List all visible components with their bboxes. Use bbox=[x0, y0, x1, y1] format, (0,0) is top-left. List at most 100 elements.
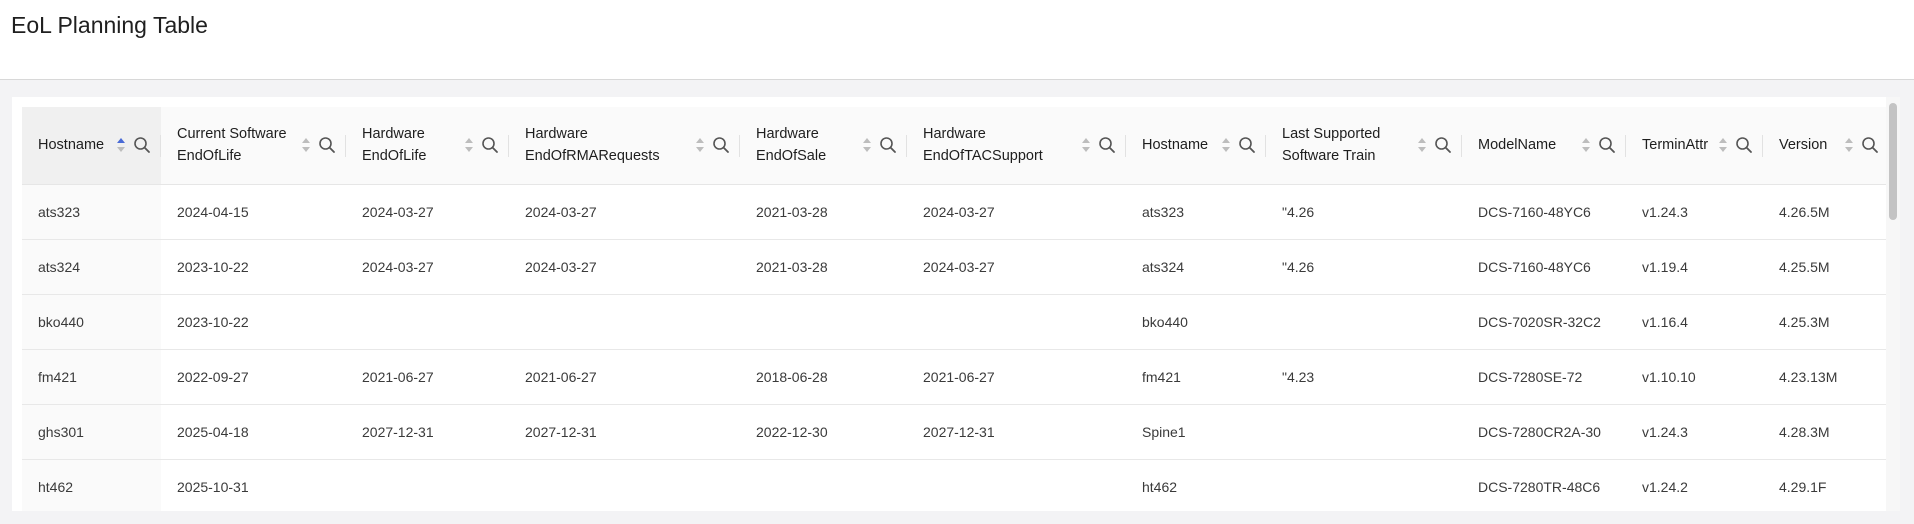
sort-arrows-icon[interactable] bbox=[117, 138, 125, 153]
cell-terminattr: v1.24.2 bbox=[1626, 459, 1763, 511]
cell-hostname: bko440 bbox=[22, 294, 161, 350]
cell-model-name: DCS-7280CR2A-30 bbox=[1462, 404, 1626, 460]
column-header-label: Hardware EndOfRMARequests bbox=[525, 126, 660, 165]
table-row[interactable]: bko440 2023-10-22 bko440 DCS-7020SR-32C2 v1.… bbox=[22, 294, 1886, 350]
search-icon[interactable] bbox=[1434, 136, 1452, 154]
table-row[interactable]: ats324 2023-10-22 2024-03-27 2024-03-27 2021… bbox=[22, 239, 1886, 295]
cell-hardware-eol-rma: 2021-06-27 bbox=[509, 349, 740, 405]
column-header-hardware-eol-rma[interactable]: Hardware EndOfRMARequests bbox=[509, 107, 740, 185]
cell-hardware-eol: 2024-03-27 bbox=[346, 239, 509, 295]
sort-arrows-icon[interactable] bbox=[863, 138, 871, 153]
cell-current-software-eol: 2025-04-18 bbox=[161, 404, 346, 460]
cell-hardware-eol-tac: 2024-03-27 bbox=[907, 239, 1126, 295]
sort-arrows-icon[interactable] bbox=[1222, 138, 1230, 153]
cell-hardware-eol-tac: 2021-06-27 bbox=[907, 349, 1126, 405]
cell-hardware-eol-sale: 2021-03-28 bbox=[740, 239, 907, 295]
column-header-label: Hardware EndOfTACSupport bbox=[923, 126, 1043, 165]
cell-current-software-eol: 2025-10-31 bbox=[161, 459, 346, 511]
cell-hardware-eol-rma bbox=[509, 294, 740, 350]
cell-hostname-2: ats323 bbox=[1126, 184, 1266, 240]
sort-arrows-icon[interactable] bbox=[1582, 138, 1590, 153]
column-header-version[interactable]: Version bbox=[1763, 107, 1886, 185]
cell-last-supported-train bbox=[1266, 459, 1462, 511]
cell-model-name: DCS-7160-48YC6 bbox=[1462, 184, 1626, 240]
cell-version: 4.25.3M bbox=[1763, 294, 1886, 350]
cell-terminattr: v1.10.10 bbox=[1626, 349, 1763, 405]
column-header-last-supported-train[interactable]: Last Supported Software Train bbox=[1266, 107, 1462, 185]
search-icon[interactable] bbox=[1098, 136, 1116, 154]
cell-model-name: DCS-7280SE-72 bbox=[1462, 349, 1626, 405]
cell-current-software-eol: 2023-10-22 bbox=[161, 294, 346, 350]
cell-hardware-eol-rma: 2024-03-27 bbox=[509, 184, 740, 240]
table-row[interactable]: ats323 2024-04-15 2024-03-27 2024-03-27 2021… bbox=[22, 184, 1886, 240]
cell-hardware-eol-rma: 2024-03-27 bbox=[509, 239, 740, 295]
cell-current-software-eol: 2022-09-27 bbox=[161, 349, 346, 405]
cell-hardware-eol-tac bbox=[907, 294, 1126, 350]
search-icon[interactable] bbox=[318, 136, 336, 154]
cell-hostname: fm421 bbox=[22, 349, 161, 405]
column-header-hardware-eol-tac[interactable]: Hardware EndOfTACSupport bbox=[907, 107, 1126, 185]
table-row[interactable]: ht462 2025-10-31 ht462 DCS-7280TR-48C6 v1.24… bbox=[22, 459, 1886, 511]
column-header-hardware-eol-sale[interactable]: Hardware EndOfSale bbox=[740, 107, 907, 185]
vertical-scrollbar[interactable] bbox=[1886, 97, 1900, 511]
table-header-row: Hostname Current Software EndOfLife Hardwa… bbox=[22, 107, 1886, 185]
cell-hostname: ghs301 bbox=[22, 404, 161, 460]
sort-arrows-icon[interactable] bbox=[465, 138, 473, 153]
cell-last-supported-train: "4.23 bbox=[1266, 349, 1462, 405]
cell-model-name: DCS-7020SR-32C2 bbox=[1462, 294, 1626, 350]
cell-last-supported-train bbox=[1266, 404, 1462, 460]
search-icon[interactable] bbox=[133, 136, 151, 154]
column-header-hostname-2[interactable]: Hostname bbox=[1126, 107, 1266, 185]
cell-hardware-eol-tac bbox=[907, 459, 1126, 511]
cell-model-name: DCS-7160-48YC6 bbox=[1462, 239, 1626, 295]
sort-arrows-icon[interactable] bbox=[1845, 138, 1853, 153]
cell-hardware-eol-rma: 2027-12-31 bbox=[509, 404, 740, 460]
column-header-terminattr[interactable]: TerminAttr bbox=[1626, 107, 1763, 185]
page-title: EoL Planning Table bbox=[11, 12, 208, 38]
cell-terminattr: v1.16.4 bbox=[1626, 294, 1763, 350]
column-header-current-software-eol[interactable]: Current Software EndOfLife bbox=[161, 107, 346, 185]
cell-version: 4.28.3M bbox=[1763, 404, 1886, 460]
cell-last-supported-train: "4.26 bbox=[1266, 184, 1462, 240]
column-header-hardware-eol[interactable]: Hardware EndOfLife bbox=[346, 107, 509, 185]
cell-hostname-2: bko440 bbox=[1126, 294, 1266, 350]
cell-hardware-eol bbox=[346, 294, 509, 350]
search-icon[interactable] bbox=[1598, 136, 1616, 154]
cell-hostname-2: fm421 bbox=[1126, 349, 1266, 405]
sort-arrows-icon[interactable] bbox=[302, 138, 310, 153]
page-header: EoL Planning Table bbox=[0, 0, 1914, 80]
cell-hardware-eol: 2021-06-27 bbox=[346, 349, 509, 405]
cell-hardware-eol-tac: 2027-12-31 bbox=[907, 404, 1126, 460]
cell-hardware-eol bbox=[346, 459, 509, 511]
sort-arrows-icon[interactable] bbox=[1418, 138, 1426, 153]
cell-last-supported-train bbox=[1266, 294, 1462, 350]
column-header-hostname[interactable]: Hostname bbox=[22, 107, 161, 185]
cell-hardware-eol-sale: 2018-06-28 bbox=[740, 349, 907, 405]
search-icon[interactable] bbox=[879, 136, 897, 154]
cell-version: 4.23.13M bbox=[1763, 349, 1886, 405]
search-icon[interactable] bbox=[712, 136, 730, 154]
cell-hostname: ats323 bbox=[22, 184, 161, 240]
cell-hardware-eol-tac: 2024-03-27 bbox=[907, 184, 1126, 240]
sort-arrows-icon[interactable] bbox=[1082, 138, 1090, 153]
search-icon[interactable] bbox=[1735, 136, 1753, 154]
search-icon[interactable] bbox=[1861, 136, 1879, 154]
cell-last-supported-train: "4.26 bbox=[1266, 239, 1462, 295]
table-row[interactable]: ghs301 2025-04-18 2027-12-31 2027-12-31 2022… bbox=[22, 404, 1886, 460]
cell-version: 4.26.5M bbox=[1763, 184, 1886, 240]
table-row[interactable]: fm421 2022-09-27 2021-06-27 2021-06-27 2018-… bbox=[22, 349, 1886, 405]
cell-hostname: ats324 bbox=[22, 239, 161, 295]
cell-version: 4.25.5M bbox=[1763, 239, 1886, 295]
search-icon[interactable] bbox=[481, 136, 499, 154]
cell-hostname: ht462 bbox=[22, 459, 161, 511]
scrollbar-thumb[interactable] bbox=[1889, 103, 1897, 220]
cell-hostname-2: ats324 bbox=[1126, 239, 1266, 295]
sort-arrows-icon[interactable] bbox=[696, 138, 704, 153]
cell-hardware-eol-sale: 2022-12-30 bbox=[740, 404, 907, 460]
cell-hardware-eol: 2024-03-27 bbox=[346, 184, 509, 240]
search-icon[interactable] bbox=[1238, 136, 1256, 154]
cell-hardware-eol-sale: 2021-03-28 bbox=[740, 184, 907, 240]
cell-version: 4.29.1F bbox=[1763, 459, 1886, 511]
column-header-model-name[interactable]: ModelName bbox=[1462, 107, 1626, 185]
sort-arrows-icon[interactable] bbox=[1719, 138, 1727, 153]
